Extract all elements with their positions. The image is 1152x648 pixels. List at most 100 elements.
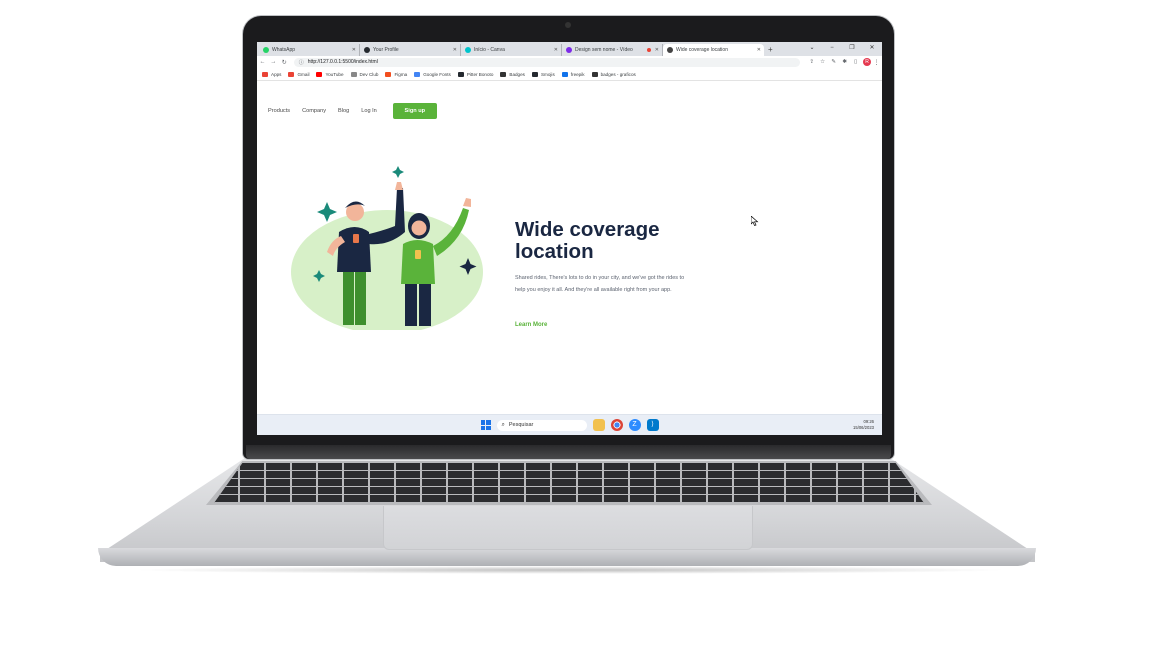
address-bar[interactable]: ⓘ http://127.0.0.1:5500/index.html xyxy=(293,57,801,67)
close-icon[interactable]: ✕ xyxy=(453,47,457,53)
sparkle-icon xyxy=(317,202,337,222)
windows-start-icon[interactable] xyxy=(480,420,491,430)
google-fonts-icon xyxy=(414,71,421,77)
tab-label: WhatsApp xyxy=(272,47,296,53)
url-text: http://127.0.0.1:5500/index.html xyxy=(307,59,378,65)
nav-login[interactable]: Log In xyxy=(361,108,377,114)
keyboard-rows xyxy=(214,463,924,503)
bookmark-label: YouTube xyxy=(325,71,344,77)
bookmark-apps[interactable]: Apps xyxy=(262,71,282,77)
mouse-pointer-icon xyxy=(751,216,759,226)
tab-label: Your Profile xyxy=(373,47,399,53)
browser-toolbar: ← → ↻ ⓘ http://127.0.0.1:5500/index.html… xyxy=(257,56,882,68)
vscode-icon[interactable]: ⟩ xyxy=(646,419,659,431)
chrome-icon[interactable] xyxy=(610,419,623,431)
site-favicon-icon xyxy=(667,47,673,53)
bookmark-star-icon[interactable]: ☆ xyxy=(817,59,828,65)
bookmark-label: Gmail xyxy=(297,71,310,77)
extensions-puzzle-icon[interactable]: ✱ xyxy=(839,59,850,65)
toolbar-actions: ⇪ ☆ ✎ ✱ ▯ xyxy=(806,59,861,65)
back-arrow-icon[interactable]: ← xyxy=(257,59,268,65)
bookmark-devclub[interactable]: Dev Club xyxy=(350,71,379,77)
laptop-scene: WhatsApp ✕ Your Profile ✕ Início - Canva… xyxy=(0,0,1152,648)
laptop-screen: WhatsApp ✕ Your Profile ✕ Início - Canva… xyxy=(257,42,882,435)
minimize-button[interactable]: − xyxy=(822,42,842,54)
tab-label: Design sem nome - Vídeo xyxy=(575,47,633,53)
bookmark-pitter-bonoto[interactable]: Pitter Bonoto xyxy=(457,71,494,77)
close-icon[interactable]: ✕ xyxy=(757,47,761,53)
whatsapp-icon xyxy=(263,47,269,53)
youtube-icon xyxy=(316,71,323,77)
restore-button[interactable]: ❐ xyxy=(842,42,862,54)
site-nav: Products Company Blog Log In Sign up xyxy=(268,103,449,119)
github-icon xyxy=(457,71,464,77)
search-placeholder: Pesquisar xyxy=(508,422,534,428)
learn-more-link[interactable]: Learn More xyxy=(515,322,547,328)
bookmark-label: Google Fonts xyxy=(423,71,451,77)
profile-avatar[interactable]: R xyxy=(863,58,872,66)
close-icon[interactable]: ✕ xyxy=(352,47,356,53)
bookmark-label: badges - graficos xyxy=(600,71,636,77)
close-icon[interactable]: ✕ xyxy=(554,47,558,53)
video-icon xyxy=(566,47,572,53)
bookmark-label: Pitter Bonoto xyxy=(466,71,494,77)
bookmark-label: Badges xyxy=(509,71,525,77)
share-icon[interactable]: ⇪ xyxy=(806,59,817,65)
laptop-shadow xyxy=(130,566,1010,574)
zoom-icon[interactable]: Z xyxy=(628,419,641,431)
file-explorer-icon[interactable] xyxy=(592,419,605,431)
pen-extension-icon[interactable]: ✎ xyxy=(828,59,839,65)
tab-wide-coverage[interactable]: Wide coverage location ✕ xyxy=(663,44,764,56)
webcam xyxy=(565,22,571,28)
taskbar-search-input[interactable]: ⌕ Pesquisar xyxy=(496,419,587,431)
trackpad[interactable] xyxy=(383,506,753,550)
tab-github-profile[interactable]: Your Profile ✕ xyxy=(360,44,461,56)
nav-blog[interactable]: Blog xyxy=(338,108,349,114)
tab-whatsapp[interactable]: WhatsApp ✕ xyxy=(259,44,360,56)
system-clock[interactable]: 09:26 15/06/2023 xyxy=(853,419,874,431)
hero-description: Shared rides, There's lots to do in your… xyxy=(515,275,685,293)
hero-title: Wide coverage location xyxy=(515,218,660,263)
badges-icon xyxy=(500,71,507,77)
bookmark-gmail[interactable]: Gmail xyxy=(288,71,310,77)
sparkle-icon xyxy=(392,166,404,178)
apps-grid-icon xyxy=(262,71,268,77)
bookmark-youtube[interactable]: YouTube xyxy=(316,71,344,77)
github-icon xyxy=(364,47,370,53)
side-panel-icon[interactable]: ▯ xyxy=(850,59,861,65)
tab-label: Wide coverage location xyxy=(676,47,728,53)
bookmark-badges[interactable]: Badges xyxy=(500,71,525,77)
bookmark-label: Smojis xyxy=(540,71,555,77)
site-info-icon[interactable]: ⓘ xyxy=(299,59,304,66)
windows-taskbar: ⌕ Pesquisar Z ⟩ 09:26 15/06/2023 xyxy=(257,414,882,435)
bookmark-freepik[interactable]: freepik xyxy=(561,71,585,77)
reload-icon[interactable]: ↻ xyxy=(279,59,290,66)
bookmark-label: Dev Club xyxy=(359,71,379,77)
nav-products[interactable]: Products xyxy=(268,108,290,114)
tab-canva-video[interactable]: Design sem nome - Vídeo ✕ xyxy=(562,44,663,56)
web-page: Products Company Blog Log In Sign up Wid… xyxy=(257,82,882,414)
forward-arrow-icon[interactable]: → xyxy=(268,59,279,65)
close-window-button[interactable]: ✕ xyxy=(862,42,882,54)
hero-illustration xyxy=(291,166,483,330)
search-icon: ⌕ xyxy=(501,421,505,428)
bookmark-label: Figma xyxy=(394,71,408,77)
menu-kebab-icon[interactable]: ⋮ xyxy=(871,59,882,66)
signup-button[interactable]: Sign up xyxy=(392,103,437,119)
laptop-hinge xyxy=(246,445,891,459)
bookmark-label: freepik xyxy=(570,71,585,77)
nav-company[interactable]: Company xyxy=(302,108,326,114)
tab-canva[interactable]: Início - Canva ✕ xyxy=(461,44,562,56)
bookmark-figma[interactable]: Figma xyxy=(385,71,408,77)
new-tab-button[interactable]: + xyxy=(768,44,773,56)
tab-label: Início - Canva xyxy=(474,47,505,53)
bookmark-smojis[interactable]: Smojis xyxy=(531,71,555,77)
bookmark-badges-graficos[interactable]: badges - graficos xyxy=(591,71,636,77)
gmail-icon xyxy=(288,71,295,77)
bookmark-label: Apps xyxy=(271,71,282,77)
close-icon[interactable]: ✕ xyxy=(655,47,659,53)
bookmark-google-fonts[interactable]: Google Fonts xyxy=(414,71,451,77)
tab-search-chevron-icon[interactable]: ⌄ xyxy=(802,42,822,54)
github-icon xyxy=(531,71,538,77)
figma-icon xyxy=(385,71,392,77)
